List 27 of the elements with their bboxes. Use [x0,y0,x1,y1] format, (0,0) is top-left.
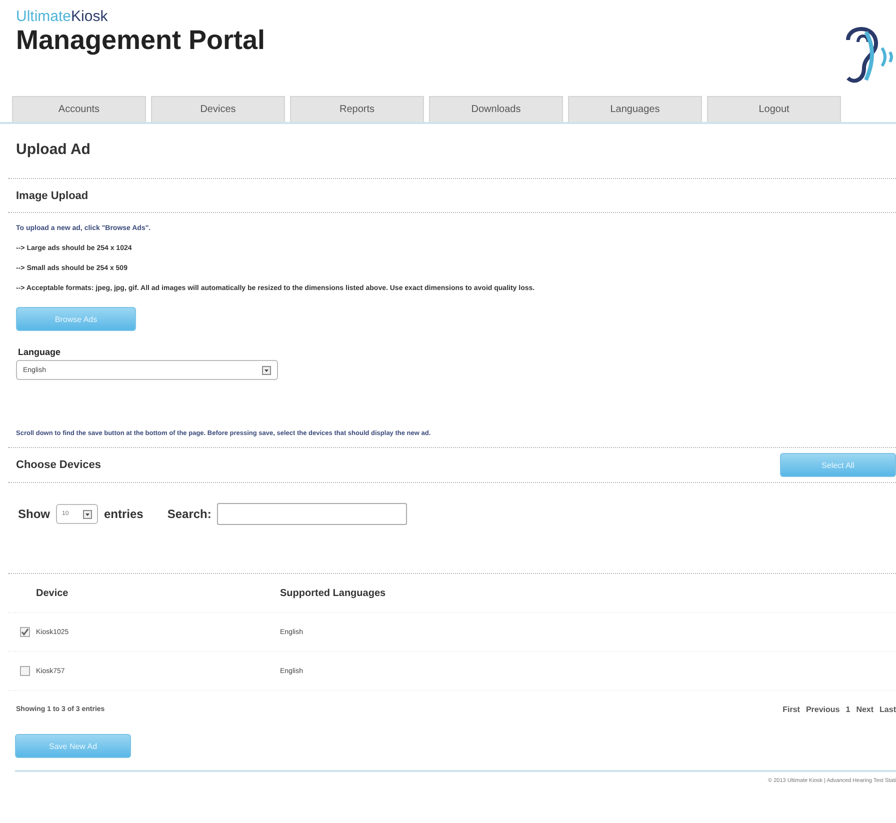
show-label: Show [18,507,50,521]
nav-tab[interactable]: Downloads [429,96,563,122]
language-label: Language [18,347,62,357]
pagination-link[interactable]: First [782,705,800,714]
page-title: Upload Ad [16,141,92,158]
entries-label: entries [104,507,144,521]
nav-tab[interactable]: Devices [151,96,285,122]
search-label: Search: [167,507,212,521]
pagination-link[interactable]: Previous [806,705,840,714]
column-header[interactable]: Device [8,588,268,598]
pagination-link[interactable]: 1 [846,705,850,714]
nav-tab[interactable]: Reports [290,96,424,122]
nav-tab[interactable]: Accounts [12,96,146,122]
nav-tab[interactable]: Logout [707,96,841,122]
section-heading: Image Upload [15,189,90,204]
checkbox[interactable] [20,627,30,637]
portal-title: Management Portal [16,25,266,55]
nav-tab[interactable]: Languages [568,96,702,122]
pagination-link[interactable]: Next [856,705,874,714]
brand-logo: UltimateKiosk [16,8,109,25]
search-field[interactable] [217,503,408,525]
caret-icon [262,366,271,374]
pagination-link[interactable]: Last [880,705,896,714]
checkbox[interactable] [20,666,30,676]
column-header[interactable]: Supported Languages [268,588,896,598]
caret-icon [83,510,92,518]
section-heading: Choose Devices [15,459,101,471]
